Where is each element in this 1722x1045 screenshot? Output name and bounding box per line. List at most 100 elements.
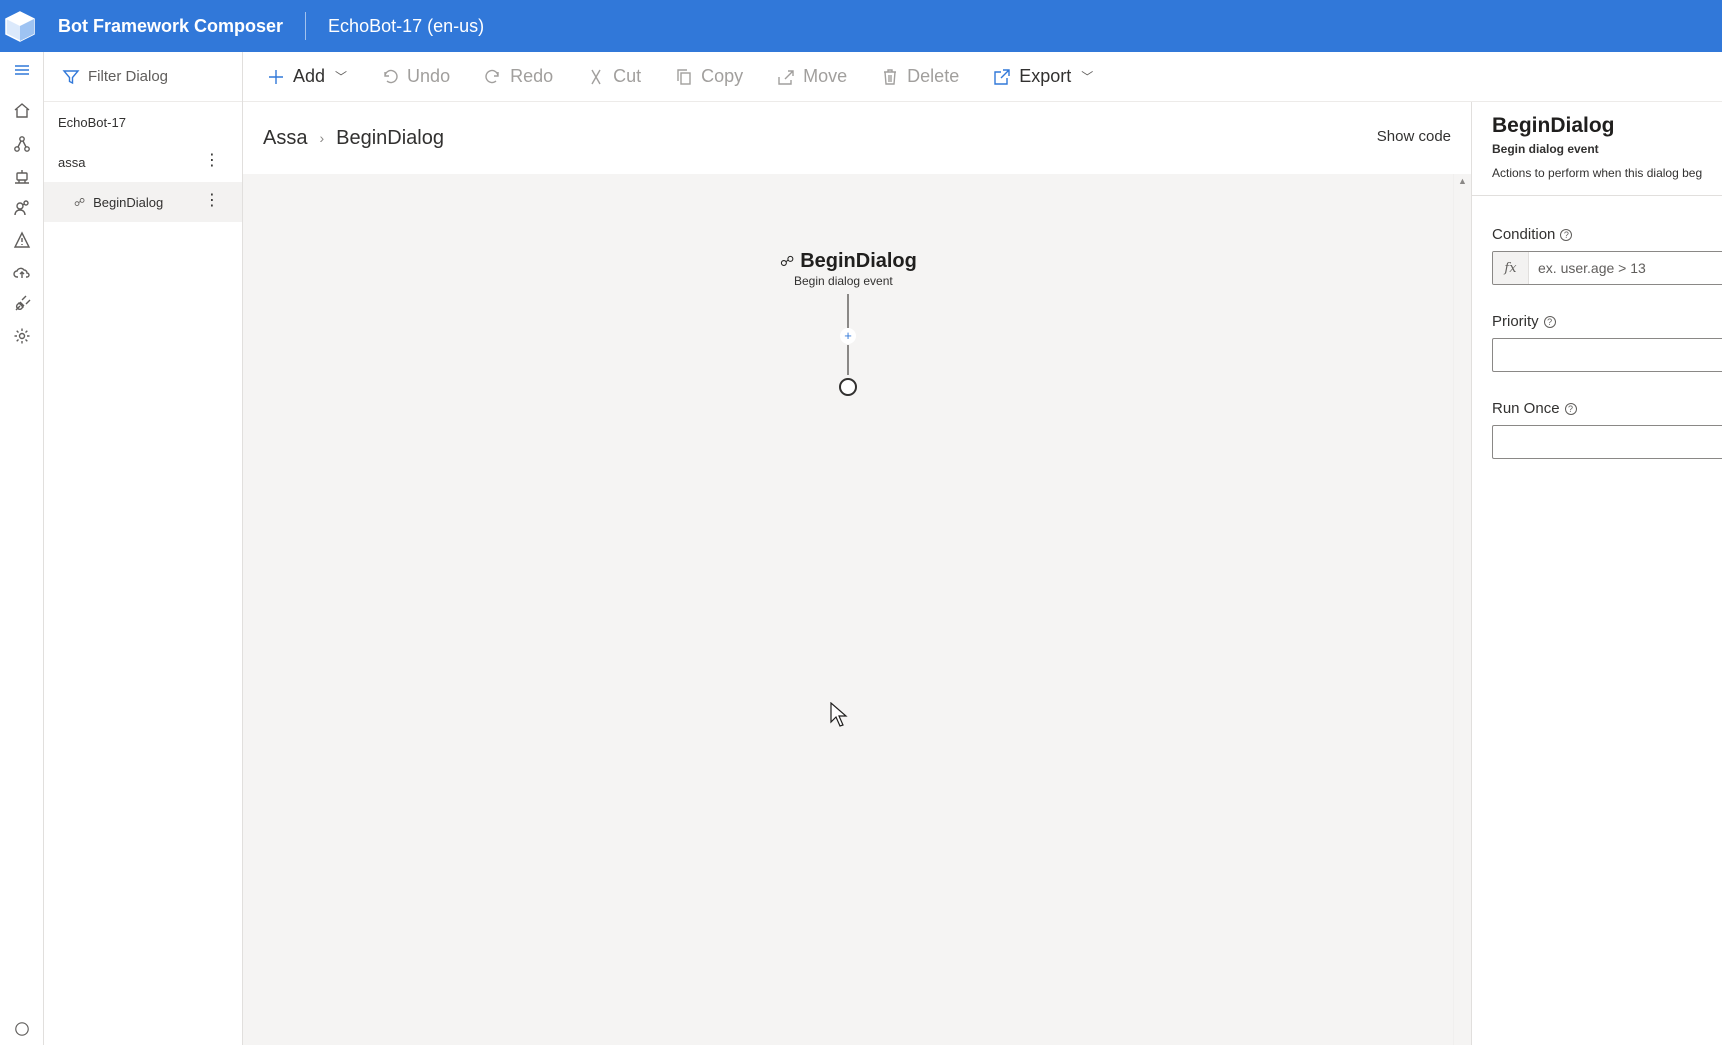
add-action-button[interactable]: + [840,328,856,344]
nav-extensions[interactable] [0,288,44,320]
plug-icon [15,295,31,311]
canvas-scrollbar[interactable]: ▲ [1453,174,1471,1045]
copy-icon [677,68,691,85]
scissors-icon [591,69,601,84]
priority-input[interactable] [1492,338,1722,372]
nav-bot-responses[interactable] [0,160,44,192]
filter-dialog-input[interactable]: Filter Dialog [44,52,242,102]
warning-icon [13,231,31,248]
tree-project-item[interactable]: EchoBot-17 [44,102,242,142]
help-icon[interactable]: ? [1560,228,1573,241]
tree-trigger-label: BeginDialog [93,194,164,210]
priority-field: Priority ? [1472,313,1722,372]
move-icon [778,69,794,85]
copy-label: Copy [701,66,744,86]
export-icon [994,68,1010,85]
trigger-icon: ☍ [74,196,86,209]
add-button[interactable]: Add ﹀ [267,66,347,87]
properties-panel: BeginDialog Begin dialog event Actions t… [1471,102,1722,1045]
run-once-field: Run Once ? [1472,400,1722,459]
trigger-node[interactable]: ☍ BeginDialog [780,250,917,273]
nav-rail [0,52,44,1045]
filter-dialog-placeholder: Filter Dialog [88,68,169,85]
gear-icon [14,328,30,344]
properties-header: BeginDialog Begin dialog event Actions t… [1472,102,1722,196]
toolbar: Add ﹀ Undo Redo Cut Copy Move Delete Exp… [243,52,1722,102]
priority-label-row: Priority ? [1492,313,1722,330]
delete-button[interactable]: Delete [881,66,959,87]
run-once-input[interactable] [1492,425,1722,459]
breadcrumb-trigger[interactable]: BeginDialog [336,127,444,150]
redo-button[interactable]: Redo [484,66,553,87]
show-code-button[interactable]: Show code [1377,128,1451,145]
bot-responses-icon [15,170,29,184]
mouse-cursor-icon [830,702,848,727]
properties-subtitle: Begin dialog event [1492,142,1599,156]
design-icon [14,136,30,152]
condition-placeholder: ex. user.age > 13 [1538,260,1646,276]
add-label: Add [293,66,326,86]
priority-label: Priority [1492,313,1539,330]
trigger-node-title: BeginDialog [800,250,917,272]
nav-home[interactable] [0,92,44,128]
dialog-tree-panel: Filter Dialog EchoBot-17 assa ⋮ ☍ BeginD… [44,52,243,1045]
app-title: Bot Framework Composer [58,15,284,36]
nav-notifications[interactable] [0,224,44,256]
move-button[interactable]: Move [777,66,847,87]
nav-settings[interactable] [0,320,44,352]
tree-dialog-item[interactable]: assa ⋮ [44,142,242,182]
condition-label-row: Condition ? [1492,226,1722,243]
chevron-down-icon: ﹀ [1081,70,1094,84]
delete-label: Delete [907,66,960,86]
expression-fx-icon: fx [1493,252,1529,284]
cloud-upload-icon [13,267,30,278]
nav-info[interactable] [0,1021,44,1045]
info-icon [15,1022,29,1036]
copy-button[interactable]: Copy [675,66,743,87]
chevron-right-icon: › [319,130,325,146]
cut-button[interactable]: Cut [587,66,641,87]
flow-edge [847,345,849,375]
tree-trigger-item[interactable]: ☍ BeginDialog ⋮ [44,182,242,222]
nav-knowledge[interactable] [0,192,44,224]
flow-end-node [839,378,857,396]
undo-button[interactable]: Undo [381,66,450,87]
knowledge-icon [14,200,29,216]
hamburger-menu-button[interactable] [0,52,44,88]
run-once-label: Run Once [1492,400,1560,417]
scroll-up-icon[interactable]: ▲ [1458,176,1467,186]
dialog-more-options-icon[interactable]: ⋮ [204,153,220,169]
help-icon[interactable]: ? [1564,402,1577,415]
header-divider [305,12,307,40]
trigger-node-subtitle: Begin dialog event [794,274,893,288]
plus-icon [269,69,283,84]
breadcrumb-dialog[interactable]: Assa [263,127,307,150]
composer-logo [5,11,35,42]
flow-edge [847,294,849,328]
project-title: EchoBot-17 (en-us) [328,15,485,36]
tree-project-label: EchoBot-17 [58,114,126,130]
filter-icon [62,69,80,84]
trigger-more-options-icon[interactable]: ⋮ [204,193,220,209]
hamburger-icon [15,65,29,75]
run-once-label-row: Run Once ? [1492,400,1722,417]
nav-publish[interactable] [0,256,44,288]
condition-label: Condition [1492,226,1556,243]
undo-label: Undo [407,66,451,86]
trash-icon [884,68,897,85]
properties-description: Actions to perform when this dialog beg [1492,166,1703,180]
export-label: Export [1019,66,1072,86]
undo-icon [384,69,398,83]
condition-input[interactable]: fx ex. user.age > 13 [1492,251,1722,285]
trigger-icon: ☍ [780,253,795,269]
tree-dialog-label: assa [58,154,86,170]
help-icon[interactable]: ? [1543,315,1556,328]
chevron-down-icon: ﹀ [335,70,348,84]
top-header: Bot Framework Composer EchoBot-17 (en-us… [0,0,1722,52]
export-button[interactable]: Export ﹀ [993,66,1093,87]
redo-label: Redo [510,66,554,86]
cut-label: Cut [613,66,642,86]
nav-design[interactable] [0,128,44,160]
condition-field: Condition ? fx ex. user.age > 13 [1472,226,1722,285]
move-label: Move [803,66,848,86]
